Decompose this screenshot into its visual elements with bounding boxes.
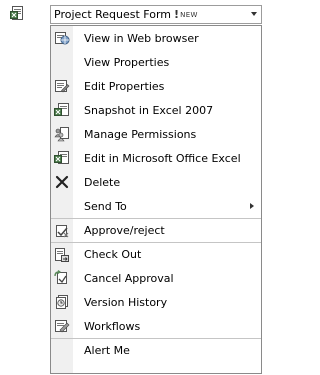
menu-item-label: Cancel Approval bbox=[84, 271, 174, 285]
menu-item-approve-reject[interactable]: Approve/reject bbox=[51, 218, 261, 242]
new-badge: ! NEW bbox=[174, 8, 198, 21]
menu-item-cancel-approval[interactable]: Cancel Approval bbox=[51, 266, 261, 290]
menu-item-check-out[interactable]: Check Out bbox=[51, 242, 261, 266]
menu-item-label: Manage Permissions bbox=[84, 127, 197, 141]
cancel-approval-icon bbox=[54, 270, 70, 286]
new-exclamation: ! bbox=[174, 8, 180, 21]
menu-item-snapshot-in-excel[interactable]: Snapshot in Excel 2007 bbox=[51, 98, 261, 122]
menu-item-label: Approve/reject bbox=[84, 224, 165, 237]
menu-item-label: Delete bbox=[84, 175, 121, 189]
permissions-icon bbox=[54, 126, 70, 142]
chevron-down-icon[interactable] bbox=[251, 12, 257, 16]
workflows-icon bbox=[54, 318, 70, 334]
excel-snapshot-icon bbox=[54, 102, 70, 118]
menu-item-label: Edit Properties bbox=[84, 79, 165, 93]
web-view-icon bbox=[54, 30, 70, 46]
menu-item-workflows[interactable]: Workflows bbox=[51, 314, 261, 338]
menu-item-label: Edit in Microsoft Office Excel bbox=[84, 151, 241, 165]
checkout-icon bbox=[54, 247, 70, 263]
menu-item-version-history[interactable]: Version History bbox=[51, 290, 261, 314]
menu-item-view-properties[interactable]: View Properties bbox=[51, 50, 261, 74]
edit-properties-icon bbox=[54, 78, 70, 94]
menu-item-send-to[interactable]: Send To bbox=[51, 194, 261, 218]
chevron-right-icon bbox=[250, 203, 254, 209]
menu-item-edit-in-excel[interactable]: Edit in Microsoft Office Excel bbox=[51, 146, 261, 170]
document-excel-icon bbox=[10, 5, 26, 21]
menu-item-label: View in Web browser bbox=[84, 31, 199, 45]
menu-item-label: Version History bbox=[84, 295, 168, 309]
menu-item-delete[interactable]: Delete bbox=[51, 170, 261, 194]
menu-item-label: Send To bbox=[84, 199, 127, 213]
delete-icon bbox=[54, 174, 70, 190]
menu-item-label: Snapshot in Excel 2007 bbox=[84, 103, 214, 117]
menu-item-alert-me[interactable]: Alert Me bbox=[51, 338, 261, 362]
menu-item-label: Alert Me bbox=[84, 344, 130, 357]
item-context-menu: View in Web browser View Properties Edit… bbox=[50, 25, 262, 374]
item-title[interactable]: Project Request Form bbox=[51, 8, 171, 21]
menu-item-edit-properties[interactable]: Edit Properties bbox=[51, 74, 261, 98]
item-title-field[interactable]: Project Request Form ! NEW bbox=[50, 5, 262, 24]
menu-item-manage-permissions[interactable]: Manage Permissions bbox=[51, 122, 261, 146]
menu-item-label: Workflows bbox=[84, 319, 141, 333]
version-history-icon bbox=[54, 294, 70, 310]
excel-edit-icon bbox=[54, 150, 70, 166]
approve-icon bbox=[54, 223, 70, 239]
menu-item-label: Check Out bbox=[84, 248, 142, 261]
menu-item-view-in-web-browser[interactable]: View in Web browser bbox=[51, 26, 261, 50]
menu-item-label: View Properties bbox=[84, 55, 170, 69]
new-label: NEW bbox=[180, 10, 198, 19]
